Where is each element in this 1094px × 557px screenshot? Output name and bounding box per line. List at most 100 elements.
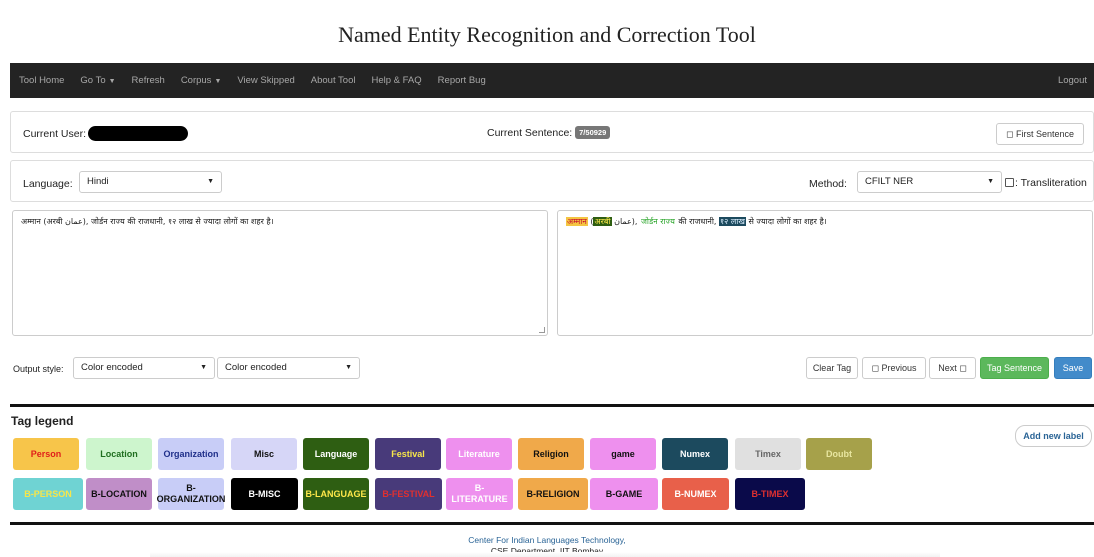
nav-go-to[interactable]: Go To ▼ — [80, 75, 115, 86]
tag-chip-b-misc[interactable]: B-MISC — [231, 478, 298, 510]
input-sentence-text: अम्मान (अरबी عمان), जोर्डन राज्य की राजध… — [21, 217, 274, 226]
output-style-select-2[interactable]: Color encoded ▼ — [217, 357, 360, 379]
tag-chip-label: Religion — [533, 448, 569, 459]
tag-chip-label: B- ORGANIZATION — [156, 483, 226, 504]
tag-chip-b-language[interactable]: B-LANGUAGE — [303, 478, 369, 510]
tag-chip-label: Timex — [755, 448, 781, 459]
output-style-label: Output style: — [13, 364, 64, 374]
tag-chip-b-festival[interactable]: B-FESTIVAL — [375, 478, 442, 510]
tag-chip-label: B-MISC — [248, 488, 281, 499]
chevron-down-icon: ▼ — [987, 178, 994, 185]
nav-refresh[interactable]: Refresh — [132, 75, 165, 86]
nav-tool-home[interactable]: Tool Home — [19, 75, 64, 86]
tag-chip-label: Person — [30, 448, 62, 459]
language-label: Language: — [23, 178, 73, 190]
nav-report-bug[interactable]: Report Bug — [438, 75, 486, 86]
tag-legend-title: Tag legend — [11, 414, 74, 428]
entity-language[interactable]: अरबी — [593, 217, 612, 226]
tag-chip-b-literature[interactable]: B- LITERATURE — [446, 478, 513, 510]
tag-chip-numex[interactable]: Numex — [662, 438, 728, 470]
language-panel: Language: Hindi ▼ Method: CFILT NER ▼ : … — [10, 160, 1094, 202]
tag-chip-misc[interactable]: Misc — [231, 438, 297, 470]
tag-chip-b-organization[interactable]: B- ORGANIZATION — [156, 478, 226, 510]
tag-chip-language[interactable]: Language — [303, 438, 369, 470]
tag-chip-label: B-GAME — [605, 488, 643, 499]
tag-chip-label: Festival — [391, 448, 425, 459]
tag-chip-b-timex[interactable]: B-TIMEX — [735, 478, 805, 510]
page-title: Named Entity Recognition and Correction … — [338, 22, 756, 47]
save-button[interactable]: Save — [1054, 357, 1092, 379]
add-new-label-button[interactable]: Add new label — [1015, 425, 1092, 447]
tag-chip-organization[interactable]: Organization — [158, 438, 224, 470]
tag-chip-label: Organization — [163, 448, 219, 459]
entity-location[interactable]: जोर्डन राज्य — [640, 217, 676, 226]
output-text-segment: से ज्यादा लोगों का शहर है। — [745, 217, 827, 226]
output-text-segment: की राजधानी, — [675, 217, 720, 226]
tag-chip-label: Numex — [679, 448, 710, 459]
method-select[interactable]: CFILT NER ▼ — [857, 171, 1002, 193]
tag-chip-timex[interactable]: Timex — [735, 438, 801, 470]
tag-chip-doubt[interactable]: Doubt — [806, 438, 872, 470]
divider — [10, 522, 1094, 525]
tag-chip-b-location[interactable]: B-LOCATION — [86, 478, 152, 510]
transliteration-toggle[interactable]: : Transliteration — [1005, 177, 1087, 189]
method-select-value: CFILT NER — [865, 176, 914, 187]
divider — [10, 404, 1094, 407]
tagged-output-area: अम्मान (अरबी عمان), जोर्डन राज्य की राजध… — [557, 210, 1093, 336]
tag-chip-label: B-LANGUAGE — [305, 488, 367, 499]
nav-corpus-label: Corpus — [180, 75, 212, 86]
current-user: Current User: — [23, 126, 189, 141]
method-label: Method: — [809, 178, 847, 190]
input-sentence-textarea[interactable]: अम्मान (अरबी عمان), जोर्डन राज्य की राजध… — [12, 210, 548, 336]
tag-chip-location[interactable]: Location — [86, 438, 152, 470]
tag-chip-label: Language — [314, 448, 358, 459]
output-text-segment: ), — [631, 217, 640, 226]
tag-chip-b-numex[interactable]: B-NUMEX — [662, 478, 729, 510]
previous-button[interactable]: ◻ Previous — [862, 357, 926, 379]
tag-sentence-button[interactable]: Tag Sentence — [980, 357, 1049, 379]
nav-go-to-label: Go To — [80, 75, 106, 86]
tag-chip-label: Misc — [253, 448, 274, 459]
sentence-counter-badge: 7/50929 — [575, 126, 611, 139]
resize-handle-icon[interactable] — [539, 327, 545, 333]
caret-down-icon: ▼ — [108, 78, 116, 85]
tag-chip-religion[interactable]: Religion — [518, 438, 584, 470]
entity-person[interactable]: अम्मान — [566, 217, 588, 226]
entity-numex[interactable]: १२ लाख — [719, 217, 746, 226]
tag-chip-label: Doubt — [826, 448, 852, 459]
language-select[interactable]: Hindi ▼ — [79, 171, 222, 193]
tag-chip-b-person[interactable]: B-PERSON — [13, 478, 83, 510]
current-sentence: Current Sentence: 7/50929 — [487, 126, 611, 139]
tag-chip-label: B-TIMEX — [751, 488, 789, 499]
tag-chip-game[interactable]: game — [590, 438, 656, 470]
nav-about-tool[interactable]: About Tool — [311, 75, 356, 86]
tag-chip-literature[interactable]: Literature — [446, 438, 512, 470]
nav-view-skipped[interactable]: View Skipped — [237, 75, 294, 86]
clear-tag-button[interactable]: Clear Tag — [806, 357, 858, 379]
chevron-down-icon: ▼ — [207, 178, 214, 185]
tag-chip-label: game — [611, 448, 635, 459]
nav-corpus[interactable]: Corpus ▼ — [181, 75, 222, 86]
current-user-label: Current User: — [23, 128, 87, 140]
chevron-down-icon: ▼ — [345, 364, 352, 371]
caret-down-icon: ▼ — [214, 78, 222, 85]
tag-chip-label: Location — [100, 448, 138, 459]
chevron-down-icon: ▼ — [200, 364, 207, 371]
next-button[interactable]: Next ◻ — [929, 357, 976, 379]
tag-chip-label: B-RELIGION — [526, 488, 580, 499]
tag-chip-festival[interactable]: Festival — [375, 438, 441, 470]
output-style-2-value: Color encoded — [225, 362, 287, 373]
first-sentence-button[interactable]: ◻ First Sentence — [996, 123, 1084, 145]
tag-chip-b-game[interactable]: B-GAME — [590, 478, 658, 510]
nav-help-faq[interactable]: Help & FAQ — [372, 75, 422, 86]
footer-shadow — [150, 552, 940, 557]
transliteration-checkbox[interactable] — [1005, 178, 1014, 187]
footer-center-link[interactable]: Center For Indian Languages Technology, — [0, 535, 1094, 545]
tag-chip-b-religion[interactable]: B-RELIGION — [518, 478, 588, 510]
output-text-segment: عمان — [611, 217, 632, 226]
output-style-select-1[interactable]: Color encoded ▼ — [73, 357, 215, 379]
logout-link[interactable]: Logout — [1058, 75, 1087, 86]
tag-chip-person[interactable]: Person — [13, 438, 79, 470]
tag-chip-label: B-PERSON — [24, 488, 72, 499]
current-sentence-label: Current Sentence: — [487, 127, 573, 139]
